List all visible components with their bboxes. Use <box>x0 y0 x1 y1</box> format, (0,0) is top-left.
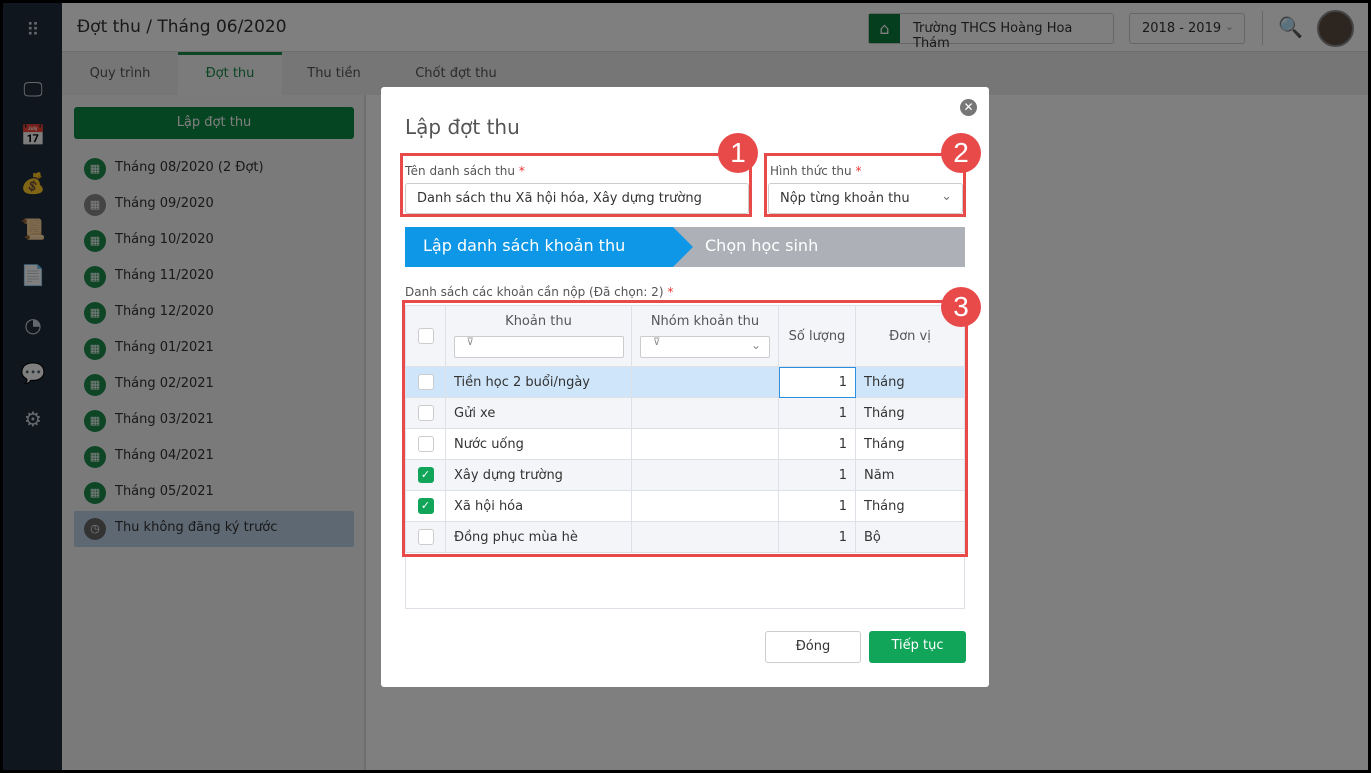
app: ⠿ 🖵 📅 💰 📜 📄 ◔ 💬 ⚙ Đợt thu / Tháng 06/202… <box>3 3 1368 770</box>
step-list-items[interactable]: Lập danh sách khoản thu <box>405 227 695 267</box>
create-period-dialog: Lập đợt thu ✕ Tên danh sách thu * Danh s… <box>381 87 989 687</box>
continue-button[interactable]: Tiếp tục <box>869 631 966 663</box>
close-icon[interactable]: ✕ <box>960 99 977 116</box>
annotation-badge-1: 1 <box>718 133 758 173</box>
close-button[interactable]: Đóng <box>765 631 861 663</box>
dialog-title: Lập đợt thu <box>405 115 520 139</box>
annotation-badge-3: 3 <box>941 287 981 327</box>
list-label: Danh sách các khoản cần nộp (Đã chọn: 2)… <box>405 285 674 299</box>
annotation-badge-2: 2 <box>941 133 981 173</box>
annotation-box-2 <box>764 153 966 217</box>
annotation-box-1 <box>400 153 752 217</box>
table-empty-area <box>405 557 965 609</box>
step-choose-students[interactable]: Chọn học sinh <box>673 227 965 267</box>
annotation-box-3 <box>402 300 968 557</box>
